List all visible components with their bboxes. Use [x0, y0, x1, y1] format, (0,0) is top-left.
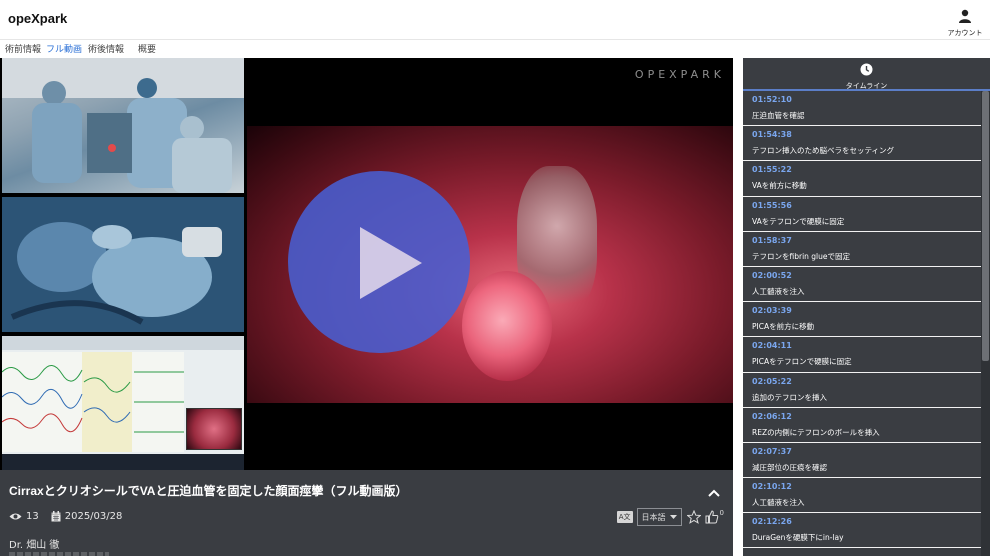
- surgical-field-camera-view: [2, 197, 244, 332]
- publish-date: 2025/03/28: [64, 511, 123, 522]
- monitor-surgical-preview: [186, 408, 242, 450]
- timeline-text: REZの内側にテフロンのボールを挿入: [752, 427, 880, 437]
- account-button[interactable]: アカウント: [947, 8, 983, 38]
- video-tools: A文 日本語 0: [616, 508, 724, 526]
- language-value: 日本語: [641, 512, 666, 522]
- timeline-time[interactable]: 02:03:39: [752, 306, 981, 315]
- top-bar: opeXpark アカウント: [0, 0, 990, 40]
- chevron-up-icon: [708, 489, 720, 497]
- surgeon-name[interactable]: Dr. 畑山 徹: [9, 536, 59, 551]
- timeline-time[interactable]: 02:10:12: [752, 482, 981, 491]
- timeline-item[interactable]: 01:55:56 VAをテフロンで硬膜に固定: [743, 197, 981, 232]
- waveform-grid: [2, 352, 184, 452]
- calendar-icon: [51, 511, 61, 522]
- video-title: CirraxとクリオシールでVAと圧迫血管を固定した顔面痙攣（フル動画版）: [9, 484, 408, 498]
- timeline-time[interactable]: 02:05:22: [752, 377, 981, 386]
- monitor-toolbar: [2, 336, 244, 350]
- timeline-item[interactable]: 02:05:22 追加のテフロンを挿入: [743, 373, 981, 408]
- timeline-list: 01:52:10 圧迫血管を確認 01:54:38 テフロン挿入のため脳ベラをセッテ…: [743, 91, 981, 549]
- timeline-item[interactable]: 02:06:12 REZの内側にテフロンのボールを挿入: [743, 408, 981, 443]
- timeline-item[interactable]: 01:58:37 テフロンをfibrin glueで固定: [743, 232, 981, 267]
- tab-bar: 術前情報 フル動画 術後情報 概要: [0, 40, 990, 60]
- timeline-item[interactable]: 02:07:37 減圧部位の圧痕を確認: [743, 443, 981, 479]
- monitor-statusbar: [2, 454, 244, 470]
- timeline-text: 人工髄液を注入: [752, 286, 805, 296]
- timeline-text: 追加のテフロンを挿入: [752, 392, 827, 402]
- thumbs-up-icon[interactable]: [705, 510, 719, 524]
- timeline-item[interactable]: 02:10:12 人工髄液を注入: [743, 478, 981, 514]
- timeline-text: DuraGenを硬膜下にin-lay: [752, 533, 844, 543]
- timeline-item[interactable]: 02:03:39 PICAを前方に移動: [743, 302, 981, 338]
- opexpark-watermark: OPEXPARK: [634, 68, 725, 81]
- timeline-time[interactable]: 02:07:37: [752, 447, 981, 456]
- timeline-time[interactable]: 01:54:38: [752, 130, 981, 139]
- tissue-graphic: [462, 271, 552, 381]
- timeline-text: 人工髄液を注入: [752, 498, 805, 508]
- timeline-time[interactable]: 02:04:11: [752, 341, 981, 350]
- timeline-header[interactable]: タイムライン: [743, 58, 990, 91]
- surgical-field-illustration: [2, 197, 244, 332]
- timeline-time[interactable]: 01:55:22: [752, 165, 981, 174]
- timeline-time[interactable]: 02:00:52: [752, 271, 981, 280]
- play-button[interactable]: [288, 171, 470, 353]
- timeline-scrollbar[interactable]: [981, 91, 990, 556]
- video-meta: 13 2025/03/28: [9, 511, 122, 522]
- tab-postop-info[interactable]: 術後情報: [88, 42, 124, 58]
- app-root: opeXpark アカウント 術前情報 フル動画 術後情報 概要 OPEXPAR…: [0, 0, 990, 556]
- timeline-text: 圧迫血管を確認: [752, 111, 805, 120]
- timeline-time[interactable]: 01:52:10: [752, 95, 981, 104]
- timeline-item[interactable]: 02:04:11 PICAをテフロンで硬膜に固定: [743, 337, 981, 373]
- view-count: 13: [26, 511, 39, 522]
- translate-icon: A文: [616, 511, 633, 523]
- caret-down-icon: [669, 515, 677, 519]
- timeline-time[interactable]: 01:55:56: [752, 201, 981, 210]
- timeline-text: VAをテフロンで硬膜に固定: [752, 216, 845, 226]
- play-icon: [360, 227, 422, 299]
- clock-icon: [860, 63, 873, 76]
- timeline-time[interactable]: 02:06:12: [752, 412, 981, 421]
- tab-overview[interactable]: 概要: [138, 42, 156, 58]
- timeline-item[interactable]: 02:00:52 人工髄液を注入: [743, 267, 981, 303]
- timeline-item[interactable]: 02:12:26 DuraGenを硬膜下にin-lay: [743, 513, 981, 549]
- user-icon: [959, 9, 971, 23]
- timeline-item[interactable]: 01:54:38 テフロン挿入のため脳ベラをセッティング: [743, 126, 981, 162]
- timeline-text: PICAを前方に移動: [752, 322, 815, 332]
- timeline-sidebar: タイムライン 01:52:10 圧迫血管を確認 01:54:38 テフロン挿入のため…: [743, 58, 990, 556]
- timeline-text: VAを前方に移動: [752, 181, 807, 191]
- timeline-label: タイムライン: [845, 82, 888, 90]
- timeline-text: テフロン挿入のため脳ベラをセッティング: [752, 146, 895, 156]
- video-info-panel: CirraxとクリオシールでVAと圧迫血管を固定した顔面痙攣（フル動画版） 13…: [0, 470, 733, 556]
- operating-room-camera-view: [2, 58, 244, 193]
- brand-logo[interactable]: opeXpark: [8, 11, 67, 26]
- timeline-text: PICAをテフロンで硬膜に固定: [752, 357, 852, 367]
- timeline-time[interactable]: 02:12:26: [752, 517, 981, 526]
- operating-room-illustration: [2, 58, 244, 193]
- language-select[interactable]: 日本語: [636, 508, 682, 526]
- timeline-scroll-thumb[interactable]: [982, 91, 989, 361]
- like-count: 0: [719, 509, 724, 517]
- star-icon[interactable]: [686, 510, 701, 524]
- truncated-description: [9, 552, 109, 556]
- tab-preop-info[interactable]: 術前情報: [5, 42, 41, 58]
- timeline-text: テフロンをfibrin glueで固定: [752, 251, 851, 261]
- vital-monitor-view: [2, 336, 244, 470]
- timeline-item[interactable]: 01:55:22 VAを前方に移動: [743, 161, 981, 197]
- eye-icon: [9, 513, 22, 520]
- collapse-button[interactable]: [708, 482, 720, 501]
- account-label: アカウント: [947, 29, 983, 37]
- timeline-time[interactable]: 01:58:37: [752, 236, 981, 245]
- timeline-text: 減圧部位の圧痕を確認: [752, 462, 827, 472]
- timeline-item[interactable]: 01:52:10 圧迫血管を確認: [743, 91, 981, 127]
- video-player[interactable]: OPEXPARK: [0, 58, 733, 470]
